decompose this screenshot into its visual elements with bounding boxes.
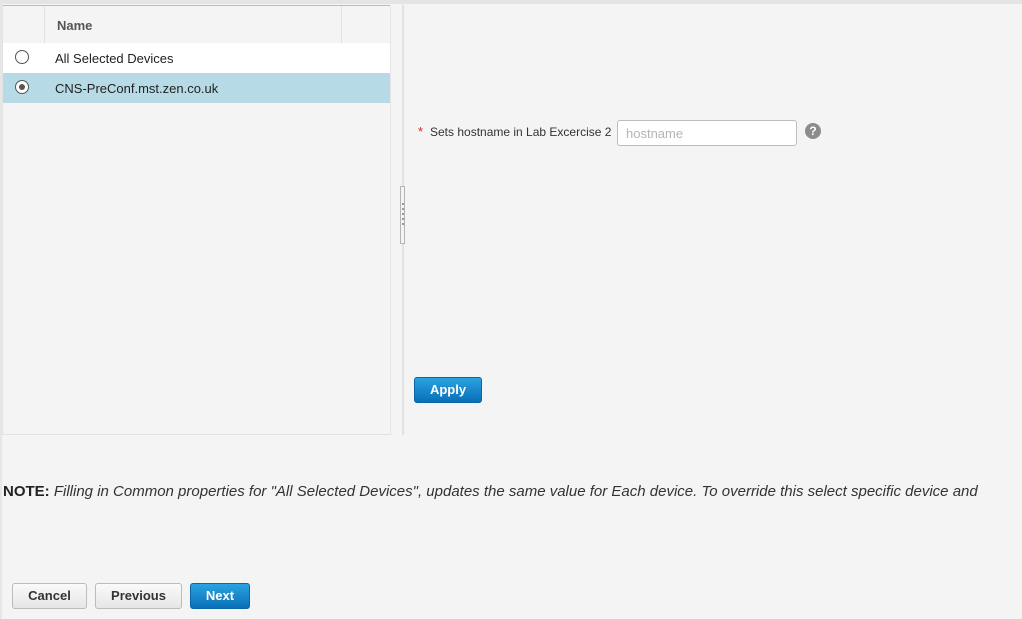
panel-divider [390,5,391,433]
next-button[interactable]: Next [190,583,250,609]
top-border [0,0,1022,4]
row-label: CNS-PreConf.mst.zen.co.uk [55,81,219,96]
table-row-device[interactable]: CNS-PreConf.mst.zen.co.uk [3,73,390,103]
note-body: Filling in Common properties for "All Se… [53,483,978,500]
splitter-drag-handle[interactable] [400,186,405,244]
help-icon[interactable]: ? [805,123,821,139]
column-header-select [3,6,45,43]
column-header-name-label: Name [57,18,93,33]
hostname-input[interactable] [617,120,797,146]
row-label: All Selected Devices [55,51,174,66]
required-marker: * [418,124,424,139]
column-header-name[interactable]: Name [45,6,342,43]
row-radio[interactable] [15,50,29,64]
note-prefix: NOTE: [3,483,50,500]
apply-button[interactable]: Apply [414,377,482,403]
note-text: NOTE: Filling in Common properties for "… [3,483,978,500]
row-radio-selected[interactable] [15,80,29,94]
hostname-label: Sets hostname in Lab Excercise 2 [430,125,612,139]
previous-button[interactable]: Previous [95,583,182,609]
cancel-button[interactable]: Cancel [12,583,87,609]
table-row-all-selected-devices[interactable]: All Selected Devices [3,43,390,73]
device-table: Name All Selected Devices CNS-PreConf.ms… [2,5,391,435]
table-header: Name [3,6,390,44]
